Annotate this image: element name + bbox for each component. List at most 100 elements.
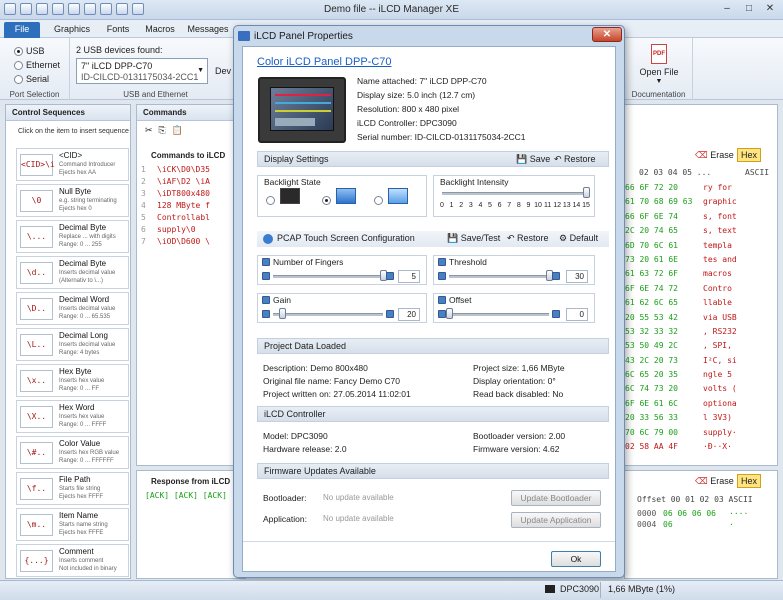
- hex-toggle[interactable]: Hex: [737, 474, 762, 488]
- ok-button[interactable]: Ok: [551, 551, 601, 567]
- hex-ascii: ry for: [703, 183, 732, 192]
- hex-bytes: 6F 6E 61 6C: [625, 398, 678, 408]
- pcap-header: PCAP Touch Screen Configuration 💾 Save/T…: [257, 231, 609, 247]
- panel-link[interactable]: Color iLCD Panel DPP-C70: [257, 56, 392, 68]
- tab-messages[interactable]: Messages: [184, 22, 232, 38]
- sequence-item[interactable]: \x.. Hex Byte Inserts hex value Range: 0 ..…: [16, 364, 129, 397]
- update-bootloader-button[interactable]: Update Bootloader: [511, 490, 601, 506]
- info-display-size: Display size: 5.0 inch (12.7 cm): [357, 90, 476, 100]
- divider: [600, 582, 601, 598]
- hex-bytes: 06 06 06 06: [663, 509, 716, 518]
- info-serial: Serial number: ID-CILCD-0131175034-2CC1: [357, 132, 526, 142]
- offset-value[interactable]: 0: [566, 308, 588, 321]
- open-file-button[interactable]: Open File: [625, 67, 693, 77]
- dialog-close-button[interactable]: ✕: [592, 27, 622, 42]
- hex-row: 70 6C 79 00 supply·: [625, 427, 779, 442]
- sequence-item[interactable]: \L.. Decimal Long Inserts decimal value Ran…: [16, 328, 129, 361]
- sequence-desc: Inserts hex value: [59, 414, 105, 420]
- restore-button[interactable]: ↶ Restore: [507, 233, 549, 244]
- fingers-box: Number of Fingers 5: [257, 255, 427, 285]
- paste-icon[interactable]: 📋: [172, 125, 183, 136]
- backlight-off-icon: [280, 188, 300, 204]
- default-button[interactable]: ⚙ Default: [559, 233, 598, 244]
- threshold-value[interactable]: 30: [566, 270, 588, 283]
- usb-device-select[interactable]: 7" iLCD DPP-C70 ID-CILCD-0131175034-2CC1…: [76, 58, 208, 84]
- radio-ethernet[interactable]: Ethernet: [14, 60, 60, 71]
- device-button[interactable]: Dev: [215, 66, 231, 76]
- threshold-decrease[interactable]: [438, 272, 446, 280]
- hex-row: 66 6F 6E 74 s, font: [625, 211, 779, 226]
- fingers-value[interactable]: 5: [398, 270, 420, 283]
- update-application-button[interactable]: Update Application: [511, 512, 601, 528]
- close-icon[interactable]: ✕: [759, 2, 781, 17]
- display-settings-header: Display Settings 💾 Save ↶ Restore: [257, 151, 609, 167]
- minimize-icon[interactable]: –: [716, 2, 738, 17]
- sequence-item[interactable]: \D.. Decimal Word Inserts decimal value Ran…: [16, 292, 129, 325]
- hex-row: 6F 6E 74 72 Contro: [625, 283, 779, 298]
- response-panel: Response from iLCD [ACK] [ACK] [ACK] [AC…: [136, 470, 251, 579]
- sequence-item[interactable]: \m.. Item Name Starts name string Ejects he…: [16, 508, 129, 541]
- sequence-item[interactable]: <CID>\i <CID> Command Introducer Ejects hex…: [16, 148, 129, 181]
- hex-toggle[interactable]: Hex: [737, 148, 762, 162]
- hex-row: 6C 65 20 35 ngle 5: [625, 370, 779, 384]
- gain-decrease[interactable]: [262, 310, 270, 318]
- offset-decrease[interactable]: [438, 310, 446, 318]
- hex-ascii: llable: [703, 298, 732, 308]
- sequence-item[interactable]: \X.. Hex Word Inserts hex value Range: 0 ..…: [16, 400, 129, 433]
- backlight-auto-icon: [388, 188, 408, 204]
- fingers-increase[interactable]: [386, 272, 394, 280]
- radio-usb[interactable]: USB: [14, 46, 45, 57]
- erase-button[interactable]: ⌫ Erase: [695, 476, 734, 487]
- hex-bytes: 70 6C 79 00: [625, 427, 678, 437]
- gain-label: Gain: [262, 295, 291, 305]
- hex-ascii: optiona: [703, 398, 737, 408]
- sequence-name: Comment: [59, 547, 94, 556]
- hex-row: 53 50 49 2C , SPI,: [625, 341, 779, 355]
- gain-slider-thumb[interactable]: [278, 308, 286, 319]
- save-test-button[interactable]: 💾 Save/Test: [447, 233, 500, 244]
- line-number: 5: [141, 213, 146, 222]
- backlight-auto-radio[interactable]: [374, 196, 383, 205]
- sequence-desc: Range: 0 ... FF: [59, 386, 100, 392]
- save-button[interactable]: 💾 Save: [516, 154, 550, 165]
- threshold-box: Threshold 30: [433, 255, 595, 285]
- project-size: Project size: 1,66 MByte: [473, 363, 565, 373]
- maximize-icon[interactable]: □: [738, 2, 760, 17]
- sequence-item[interactable]: \#.. Color Value Inserts hex RGB value Rang…: [16, 436, 129, 469]
- command-editor[interactable]: 1 \iCK\D0\D35 2 \iAF\D2 \iA 3 \iDT800x480 4 128…: [141, 165, 245, 249]
- sequence-code: \L..: [20, 334, 53, 356]
- tick-label: 9: [526, 202, 531, 209]
- intensity-slider-thumb[interactable]: [583, 187, 590, 198]
- sequence-item[interactable]: \d.. Decimal Byte Inserts decimal value (Al…: [16, 256, 129, 289]
- backlight-on-radio[interactable]: [322, 196, 331, 205]
- offset-slider-thumb[interactable]: [446, 308, 453, 319]
- fingers-decrease[interactable]: [262, 272, 270, 280]
- backlight-off-radio[interactable]: [266, 196, 275, 205]
- offset-increase[interactable]: [552, 310, 560, 318]
- tab-file[interactable]: File: [4, 22, 40, 38]
- sequence-item[interactable]: \0 Null Byte e.g. string terminating Ejects…: [16, 184, 129, 217]
- sequence-item[interactable]: \f.. File Path Starts file string Ejects he…: [16, 472, 129, 505]
- tab-fonts[interactable]: Fonts: [100, 22, 136, 38]
- erase-button[interactable]: ⌫ Erase: [695, 150, 734, 161]
- gain-value[interactable]: 20: [398, 308, 420, 321]
- radio-serial[interactable]: Serial: [14, 74, 49, 85]
- hex-bytes: 6C 65 20 35: [625, 370, 678, 380]
- restore-button[interactable]: ↶ Restore: [554, 154, 596, 165]
- tick-label: 13: [562, 202, 571, 209]
- threshold-increase[interactable]: [552, 272, 560, 280]
- line-text: supply\0: [157, 225, 196, 234]
- backlight-intensity-box: Backlight Intensity 0 1 2 3 4 5 6 7 8 9 10 11 12 13 14…: [433, 175, 595, 217]
- cut-icon[interactable]: ✂: [145, 125, 153, 136]
- tab-graphics[interactable]: Graphics: [50, 22, 94, 38]
- sequence-item[interactable]: \... Decimal Byte Replace ... with digits R…: [16, 220, 129, 253]
- copy-icon[interactable]: ⎘: [159, 125, 166, 136]
- hex-row: 6C 74 73 20 volts (: [625, 384, 779, 398]
- hex-bytes: 73 20 61 6E: [625, 254, 678, 264]
- gain-increase[interactable]: [386, 310, 394, 318]
- offset-label: Offset: [438, 295, 472, 305]
- chevron-down-icon[interactable]: ▼: [625, 78, 693, 85]
- sequence-item[interactable]: {...} Comment Inserts comment Not included …: [16, 544, 129, 577]
- hex-ascii: I²C, si: [703, 355, 737, 365]
- tab-macros[interactable]: Macros: [140, 22, 180, 38]
